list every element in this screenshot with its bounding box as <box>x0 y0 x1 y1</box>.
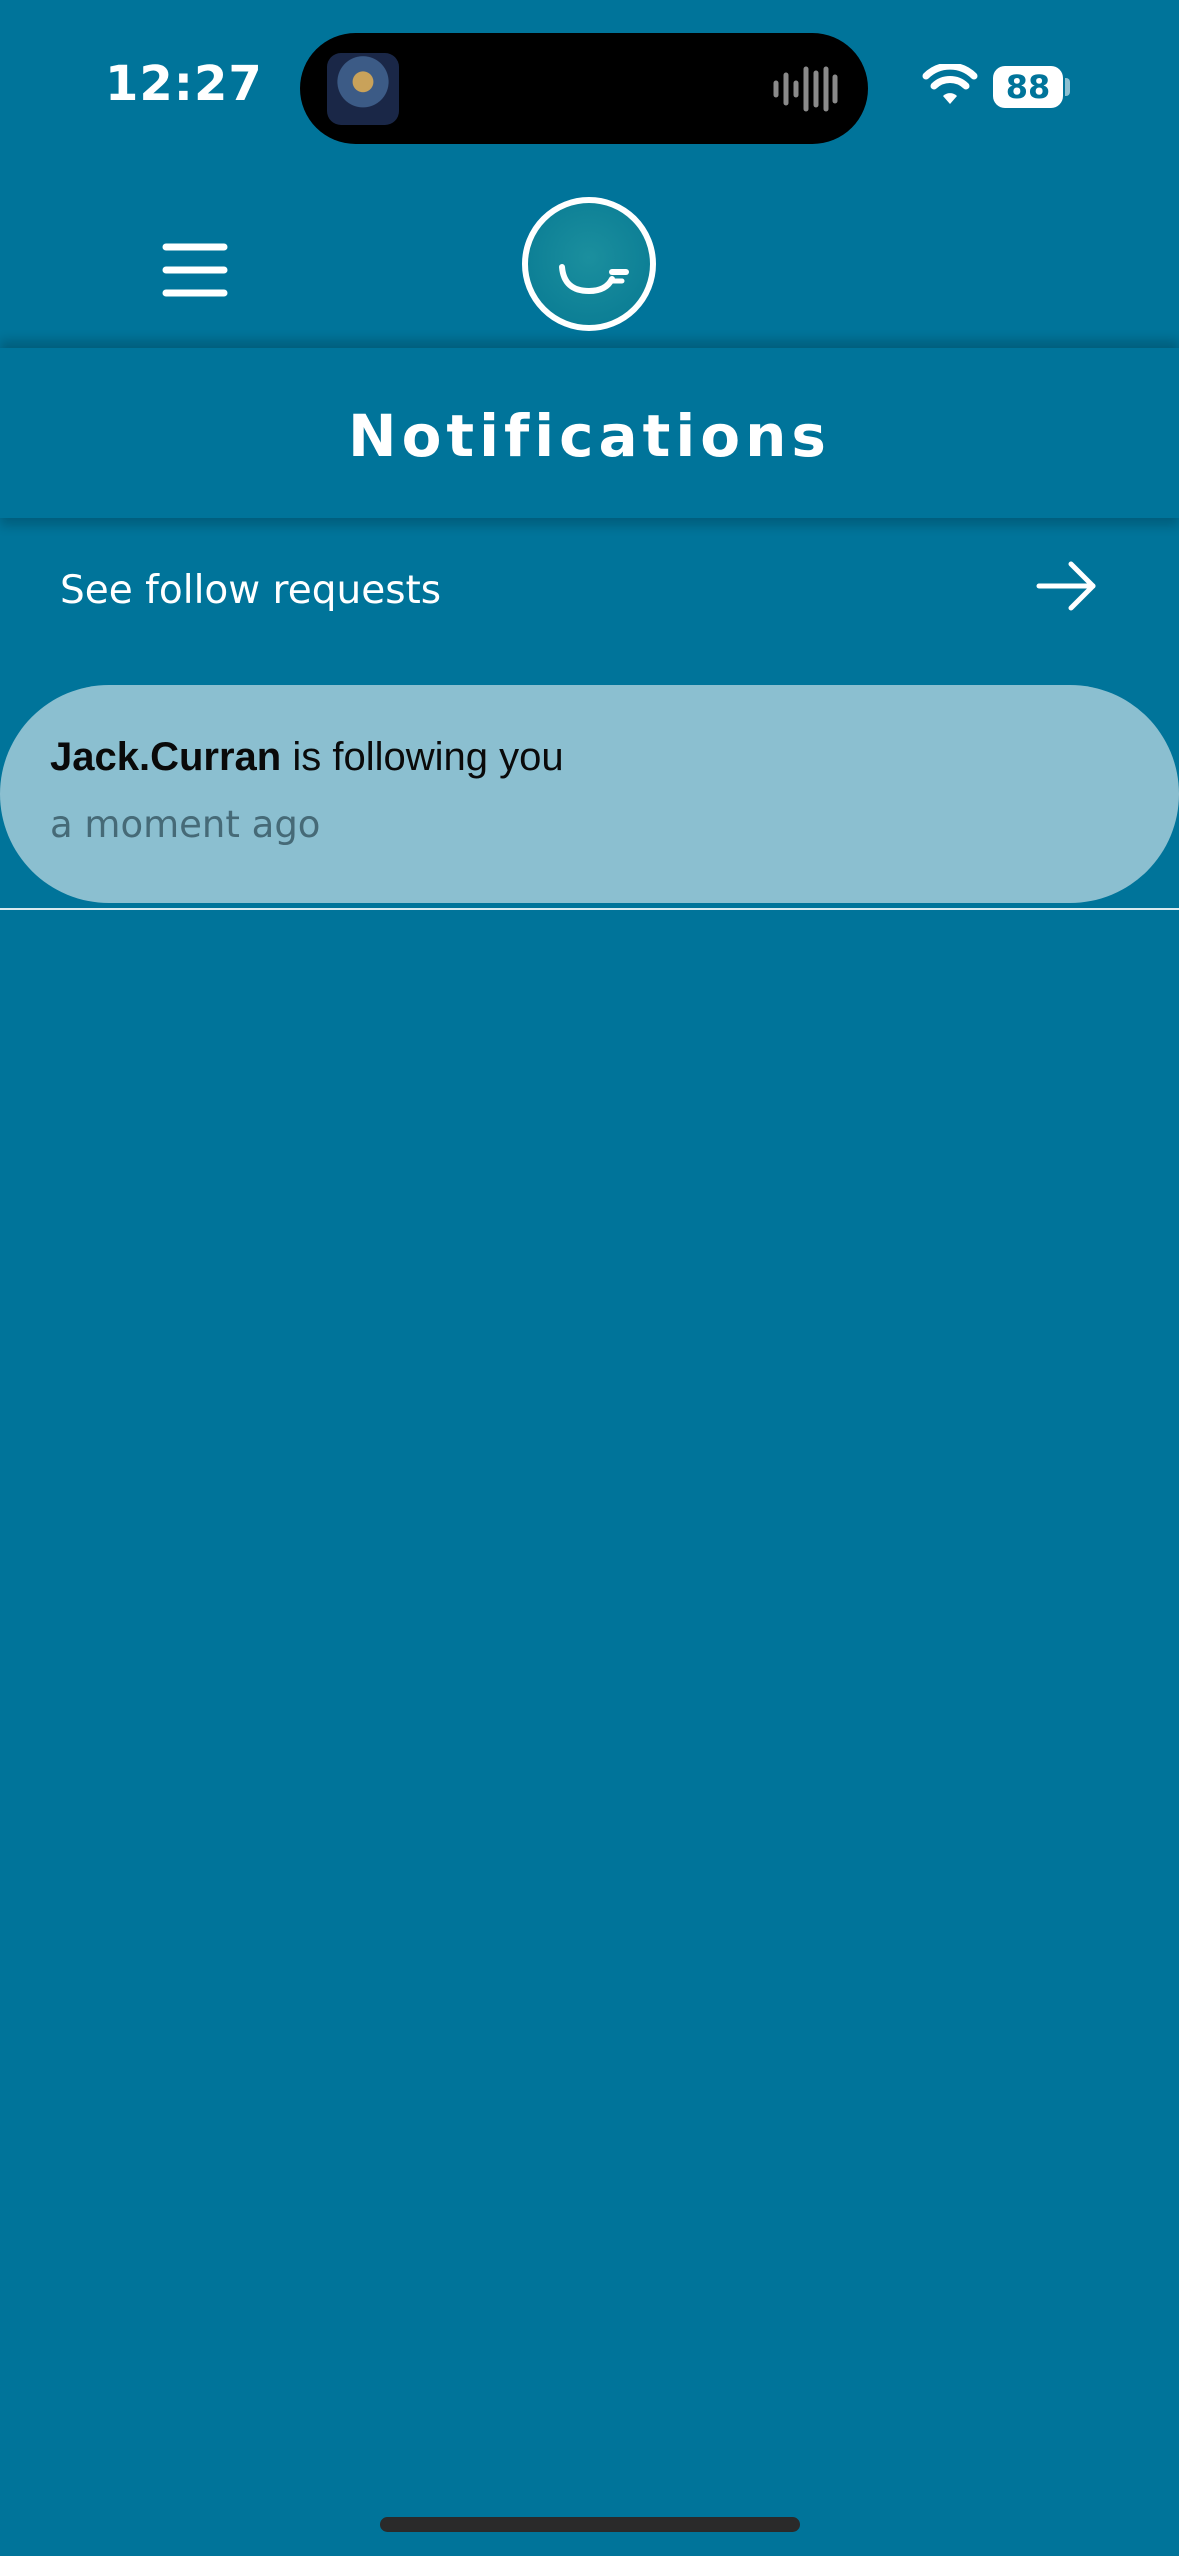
arrow-right-icon[interactable] <box>1035 556 1099 616</box>
notification-timestamp: a moment ago <box>50 803 321 846</box>
dynamic-island[interactable] <box>300 33 868 144</box>
status-bar: 12:27 88 <box>0 0 1179 170</box>
smile-logo-icon[interactable] <box>520 195 658 333</box>
see-follow-requests-label: See follow requests <box>60 568 442 613</box>
battery-cap <box>1065 78 1070 96</box>
notification-username[interactable]: Jack.Curran <box>50 735 281 779</box>
app-header <box>0 170 1179 348</box>
hamburger-menu-icon[interactable] <box>150 235 240 305</box>
now-playing-artwork <box>327 53 399 125</box>
audio-waveform-icon <box>773 66 838 112</box>
home-indicator[interactable] <box>380 2517 800 2532</box>
see-follow-requests-row[interactable]: See follow requests <box>0 518 1179 668</box>
page-title: Notifications <box>348 402 831 470</box>
status-time: 12:27 <box>105 56 263 112</box>
notification-action-text: is following you <box>281 735 564 779</box>
wifi-icon <box>922 64 978 104</box>
notification-item[interactable]: Jack.Curran is following you a moment ag… <box>0 685 1179 903</box>
list-divider <box>0 908 1179 910</box>
title-bar: Notifications <box>0 348 1179 518</box>
notification-message: Jack.Curran is following you <box>50 735 564 780</box>
battery-indicator: 88 <box>993 66 1063 108</box>
